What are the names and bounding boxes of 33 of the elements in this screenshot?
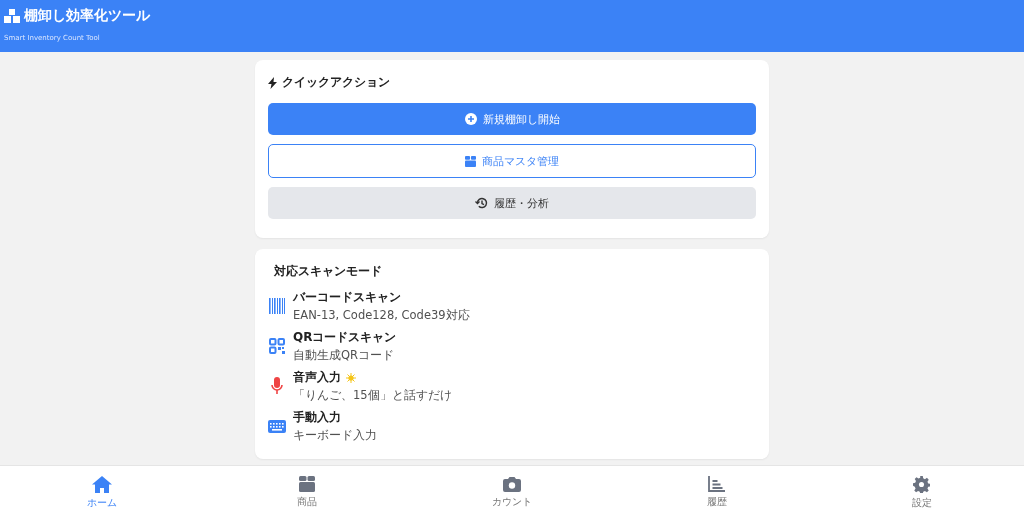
mode-name: 音声入力: [293, 369, 341, 386]
keyboard-icon: [268, 419, 286, 433]
settings-icon: [913, 475, 931, 493]
card-title: 対応スキャンモード: [274, 263, 382, 280]
nav-tab[interactable]: カウント: [452, 466, 572, 519]
nav-tab[interactable]: 設定: [861, 466, 982, 519]
mode-description: 「りんご、15個」と話すだけ: [293, 388, 452, 403]
barcode-icon: [269, 298, 285, 314]
action-button[interactable]: 履歴・分析: [268, 187, 756, 219]
boxes-icon: [4, 9, 20, 23]
lightning-icon: [268, 76, 277, 89]
home-icon: [92, 475, 113, 493]
qr-code-icon: [269, 338, 285, 354]
mode-name: QRコードスキャン: [293, 329, 397, 346]
action-button[interactable]: 商品マスタ管理: [268, 144, 756, 178]
mode-description: キーボード入力: [293, 428, 377, 443]
nav-tab[interactable]: ホーム: [42, 466, 163, 519]
mode-description: 自動生成QRコード: [293, 348, 396, 363]
box-icon: [299, 476, 316, 492]
chart-icon: [708, 476, 726, 492]
nav-tab[interactable]: 履歴: [656, 466, 777, 519]
history-icon: [475, 197, 488, 209]
nav-tab[interactable]: 商品: [247, 466, 368, 519]
mode-name: バーコードスキャン: [293, 289, 401, 306]
plus-icon: [464, 113, 477, 125]
mode-description: EAN-13, Code128, Code39対応: [293, 308, 470, 323]
card-title: クイックアクション: [282, 74, 390, 91]
box-icon: [465, 155, 476, 167]
action-button[interactable]: 新規棚卸し開始: [268, 103, 756, 135]
app-title: 棚卸し効率化ツール: [24, 7, 150, 25]
camera-icon: [503, 476, 521, 492]
microphone-icon: [271, 377, 283, 395]
mode-name: 手動入力: [293, 409, 341, 426]
